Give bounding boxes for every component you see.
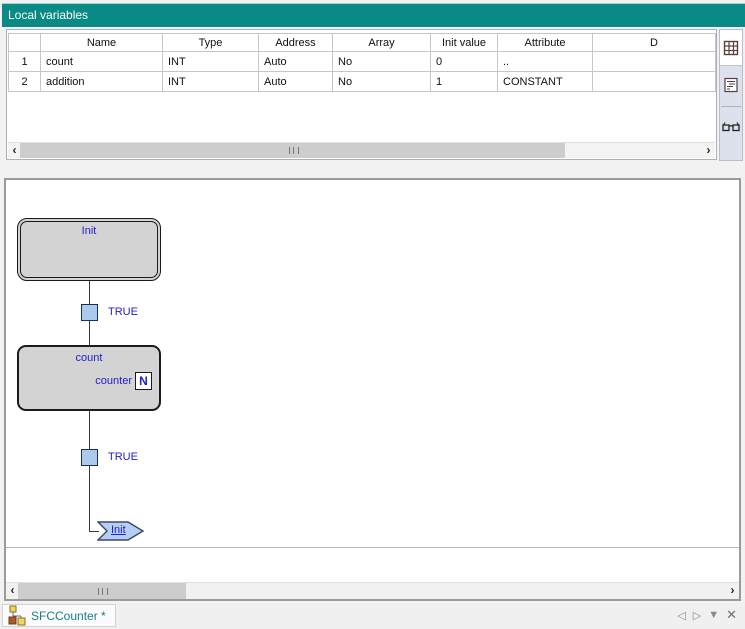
cell-type[interactable]: INT	[163, 52, 259, 72]
transition-2-condition[interactable]: TRUE	[108, 449, 138, 466]
step-count-name: count	[19, 352, 159, 364]
diagram-scrollbar-thumb[interactable]	[18, 583, 186, 599]
col-header-description[interactable]: D	[593, 34, 716, 52]
tab-nav-forward-icon[interactable]: ▷	[693, 609, 701, 622]
list-view-button[interactable]	[720, 70, 742, 100]
diagram-page-separator	[6, 547, 739, 548]
table-horizontal-scrollbar[interactable]: ‹ ›	[8, 142, 715, 158]
sfc-link-line	[89, 321, 90, 345]
sfc-transition-2[interactable]	[81, 449, 98, 466]
grid-table-icon	[723, 40, 739, 56]
cell-attribute[interactable]: CONSTANT	[498, 72, 593, 92]
panel-title-text: Local variables	[8, 8, 88, 22]
tab-list-dropdown-icon[interactable]: ▼	[708, 609, 719, 621]
row-number[interactable]: 1	[9, 52, 41, 72]
tab-label[interactable]: SFCCounter *	[31, 609, 106, 623]
cell-array[interactable]: No	[333, 72, 431, 92]
sfc-link-line	[89, 281, 90, 304]
cell-type[interactable]: INT	[163, 72, 259, 92]
glasses-monitor-icon	[722, 120, 740, 134]
sfc-editor-canvas[interactable]: Init TRUE count counter N TRUE Init	[4, 178, 741, 601]
col-header-name[interactable]: Name	[41, 34, 163, 52]
scrollbar-grip-icon	[289, 147, 299, 154]
sfc-program-icon	[7, 605, 27, 626]
monitor-button[interactable]	[720, 112, 742, 142]
tab-close-icon[interactable]: ✕	[726, 607, 737, 623]
action-name: counter	[95, 375, 132, 387]
table-side-toolbar	[719, 29, 743, 161]
document-tab-bar: SFCCounter * ◁ ▷ ▼ ✕	[0, 603, 745, 629]
cell-init-value[interactable]: 0	[431, 52, 498, 72]
col-header-rownum[interactable]	[9, 34, 41, 52]
cell-description[interactable]	[593, 72, 716, 92]
scroll-right-icon[interactable]: ›	[702, 143, 715, 158]
cell-description[interactable]	[593, 52, 716, 72]
row-number[interactable]: 2	[9, 72, 41, 92]
tab-navigation: ◁ ▷ ▼ ✕	[677, 603, 737, 627]
toolbar-separator	[721, 106, 741, 107]
cell-attribute[interactable]: ..	[498, 52, 593, 72]
document-list-icon	[723, 77, 739, 93]
cell-address[interactable]: Auto	[259, 72, 333, 92]
transition-1-condition[interactable]: TRUE	[108, 304, 138, 321]
sfc-jump-symbol[interactable]: Init	[97, 521, 145, 541]
col-header-address[interactable]: Address	[259, 34, 333, 52]
table-scrollbar-thumb[interactable]	[20, 143, 565, 158]
sfc-link-line	[89, 411, 90, 449]
local-variables-table-panel: Name Type Address Array Init value Attri…	[6, 29, 717, 160]
tab-sfccounter[interactable]: SFCCounter *	[2, 604, 116, 627]
col-header-attribute[interactable]: Attribute	[498, 34, 593, 52]
sfc-transition-1[interactable]	[81, 304, 98, 321]
cell-address[interactable]: Auto	[259, 52, 333, 72]
sfc-drawing-area: Init TRUE count counter N TRUE Init	[6, 180, 739, 599]
sfc-initial-step[interactable]: Init	[17, 218, 161, 281]
initial-step-name: Init	[18, 225, 160, 237]
cell-name[interactable]: count	[41, 52, 163, 72]
scrollbar-grip-icon	[98, 588, 108, 595]
cell-array[interactable]: No	[333, 52, 431, 72]
col-header-array[interactable]: Array	[333, 34, 431, 52]
grid-view-button[interactable]	[720, 30, 742, 66]
variables-table: Name Type Address Array Init value Attri…	[8, 33, 716, 92]
jump-target-label[interactable]: Init	[111, 524, 126, 536]
table-row[interactable]: 1 count INT Auto No 0 ..	[9, 52, 716, 72]
tab-nav-back-icon[interactable]: ◁	[677, 609, 685, 622]
step-action[interactable]: counter N	[95, 372, 152, 390]
scroll-right-icon[interactable]: ›	[726, 583, 739, 598]
action-qualifier-box[interactable]: N	[135, 372, 152, 390]
col-header-init-value[interactable]: Init value	[431, 34, 498, 52]
sfc-step-count[interactable]: count counter N	[17, 345, 161, 411]
cell-name[interactable]: addition	[41, 72, 163, 92]
table-row[interactable]: 2 addition INT Auto No 1 CONSTANT	[9, 72, 716, 92]
col-header-type[interactable]: Type	[163, 34, 259, 52]
table-header-row: Name Type Address Array Init value Attri…	[9, 34, 716, 52]
cell-init-value[interactable]: 1	[431, 72, 498, 92]
sfc-link-line	[89, 466, 90, 531]
diagram-horizontal-scrollbar[interactable]: ‹ ›	[6, 582, 739, 599]
panel-title-local-variables: Local variables	[2, 3, 745, 27]
